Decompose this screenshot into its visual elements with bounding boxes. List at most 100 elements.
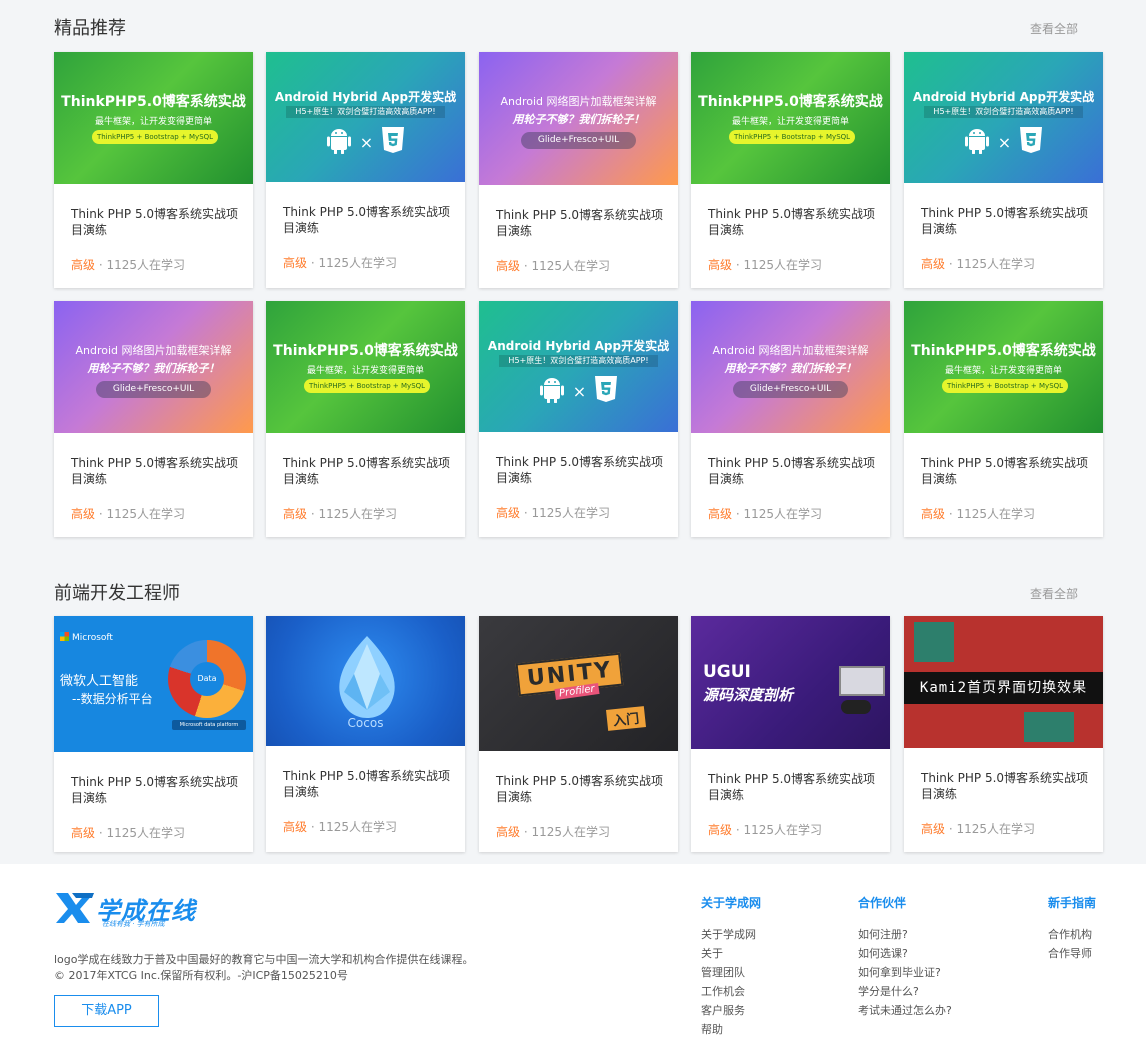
course-card[interactable]: Microsoft 微软人工智能 --数据分析平台 Data Microsoft dat… — [54, 616, 253, 852]
footer-link[interactable]: 如何选课? — [858, 944, 952, 963]
course-meta: 高级 · 1125人在学习 — [283, 254, 397, 271]
thumb-title: Android Hybrid App开发实战 — [274, 90, 457, 104]
footer: 学成在线 在线有我 · 学有所成 logo学成在线致力于普及中国最好的教育它与中… — [0, 864, 1146, 1049]
course-level-badge: 高级 — [496, 259, 521, 273]
learner-count: · 1125人在学习 — [520, 825, 610, 839]
course-card[interactable]: ThinkPHP5.0博客系统实战 最牛框架，让开发变得更简单 ThinkPHP5 … — [691, 52, 890, 288]
footer-link[interactable]: 合作导师 — [1048, 944, 1096, 963]
course-meta: 高级 · 1125人在学习 — [71, 505, 185, 522]
footer-col-title: 新手指南 — [1048, 896, 1097, 910]
course-meta: 高级 · 1125人在学习 — [708, 256, 822, 273]
learner-count: · 1125人在学习 — [945, 507, 1035, 521]
course-card[interactable]: ThinkPHP5.0博客系统实战最牛框架，让开发变得更简单 ThinkPHP5 … — [266, 301, 465, 537]
download-app-button[interactable]: 下载APP — [54, 995, 159, 1027]
course-card[interactable]: Android Hybrid App开发实战 H5+原生！双剑合璧打造高效高质AP… — [479, 301, 678, 537]
learner-count: · 1125人在学习 — [307, 256, 397, 270]
thumb-subtitle: 最牛框架，让开发变得更简单 — [306, 366, 424, 376]
course-title: Think PHP 5.0博客系统实战项目演练 — [71, 456, 239, 486]
course-card[interactable]: ThinkPHP5.0博客系统实战 最牛框架，让开发变得更简单 ThinkPHP5 … — [54, 52, 253, 288]
view-all-link[interactable]: 查看全部 — [1030, 20, 1078, 37]
logo-slogan: 在线有我 · 学有所成 — [102, 920, 165, 928]
thumb-subtitle: H5+原生！双剑合璧打造高效高质APP! — [499, 355, 658, 367]
course-level-badge: 高级 — [708, 507, 733, 521]
thumb-title: ThinkPHP5.0博客系统实战 — [911, 343, 1096, 359]
data-ring-center: Data — [190, 662, 224, 696]
thumb-subtitle: 最牛框架，让开发变得更简单 — [94, 117, 212, 127]
thumb-tech-pill: Glide+Fresco+UIL — [96, 381, 211, 398]
view-all-link[interactable]: 查看全部 — [1030, 585, 1078, 602]
course-title: Think PHP 5.0博客系统实战项目演练 — [496, 455, 664, 485]
learner-count: · 1125人在学习 — [945, 257, 1035, 271]
thumb-tech-pill: Glide+Fresco+UIL — [521, 132, 636, 149]
brand-text: Microsoft — [72, 633, 113, 643]
footer-link[interactable]: 合作机构 — [1048, 925, 1096, 944]
footer-link[interactable]: 如何拿到毕业证? — [858, 963, 952, 982]
footer-desc-line: logo学成在线致力于普及中国最好的教育它与中国一流大学和机构合作提供在线课程。 — [54, 953, 474, 966]
course-level-badge: 高级 — [921, 507, 946, 521]
course-level-badge: 高级 — [283, 256, 308, 270]
learner-count: · 1125人在学习 — [95, 826, 185, 840]
course-thumbnail: Microsoft 微软人工智能 --数据分析平台 Data Microsoft dat… — [54, 616, 253, 752]
footer-link[interactable]: 工作机会 — [701, 982, 761, 1001]
course-meta: 高级 · 1125人在学习 — [496, 504, 610, 521]
data-ring-icon: Data — [168, 640, 246, 718]
footer-link[interactable]: 管理团队 — [701, 963, 761, 982]
course-title: Think PHP 5.0博客系统实战项目演练 — [708, 772, 876, 802]
footer-col-guide: 新手指南 合作机构 合作导师 — [1048, 894, 1096, 963]
thumb-subtitle: 源码深度剖析 — [703, 686, 794, 704]
course-title: Think PHP 5.0博客系统实战项目演练 — [496, 774, 664, 804]
thumb-title: 微软人工智能 — [60, 674, 139, 689]
footer-col-partners: 合作伙伴 如何注册? 如何选课? 如何拿到毕业证? 学分是什么? 考试未通过怎么… — [858, 894, 952, 1020]
course-card[interactable]: Cocos Think PHP 5.0博客系统实战项目演练 高级 · 1125人在学… — [266, 616, 465, 852]
course-card[interactable]: Android Hybrid App开发实战 H5+原生！双剑合璧打造高效高质AP… — [266, 52, 465, 288]
course-level-badge: 高级 — [71, 258, 96, 272]
course-card[interactable]: ThinkPHP5.0博客系统实战 最牛框架，让开发变得更简单 ThinkPHP5 … — [904, 301, 1103, 537]
course-level-badge: 高级 — [708, 258, 733, 272]
thumb-title: UGUI — [703, 662, 751, 682]
footer-col-title: 关于学成网 — [701, 896, 762, 910]
course-title: Think PHP 5.0博客系统实战项目演练 — [71, 207, 239, 237]
course-title: Think PHP 5.0博客系统实战项目演练 — [283, 205, 451, 235]
footer-link[interactable]: 客户服务 — [701, 1001, 761, 1020]
course-meta: 高级 · 1125人在学习 — [283, 818, 397, 835]
course-card[interactable]: Android 网络图片加载框架详解 用轮子不够？我们拆轮子！ Glide+Fres… — [691, 301, 890, 537]
footer-link[interactable]: 考试未通过怎么办? — [858, 1001, 952, 1020]
course-level-badge: 高级 — [921, 257, 946, 271]
thumb-title: ThinkPHP5.0博客系统实战 — [698, 94, 883, 110]
course-card[interactable]: Android 网络图片加载框架详解 用轮子不够？我们拆轮子！ Glide+Fres… — [479, 52, 678, 288]
footer-link[interactable]: 帮助 — [701, 1020, 761, 1039]
footer-link[interactable]: 关于学成网 — [701, 925, 761, 944]
thumb-tech-pill: ThinkPHP5 + Bootstrap + MySQL — [92, 130, 218, 144]
gamepad-icon — [841, 700, 871, 714]
footer-link[interactable]: 如何注册? — [858, 925, 952, 944]
html5-icon — [1019, 126, 1043, 158]
android-icon — [539, 375, 565, 407]
thumb-tech-pill: Glide+Fresco+UIL — [733, 381, 848, 398]
thumb-title: Android Hybrid App开发实战 — [487, 339, 670, 353]
course-card[interactable]: Kami2首页界面切换效果 Think PHP 5.0博客系统实战项目演练 高级 ·… — [904, 616, 1103, 852]
thumb-title: Android 网络图片加载框架详解 — [500, 95, 657, 108]
course-thumbnail: Kami2首页界面切换效果 — [904, 616, 1103, 748]
course-thumbnail: ThinkPHP5.0博客系统实战 最牛框架，让开发变得更简单 ThinkPHP5 … — [691, 52, 890, 184]
course-meta: 高级 · 1125人在学习 — [496, 257, 610, 274]
course-card[interactable]: UGUI 源码深度剖析 Think PHP 5.0博客系统实战项目演练 高级 · 11… — [691, 616, 890, 852]
thumb-title: ThinkPHP5.0博客系统实战 — [273, 343, 458, 359]
learner-count: · 1125人在学习 — [732, 258, 822, 272]
course-meta: 高级 · 1125人在学习 — [71, 256, 185, 273]
thumb-tech-pill: ThinkPHP5 + Bootstrap + MySQL — [304, 379, 430, 393]
course-level-badge: 高级 — [283, 507, 308, 521]
course-card[interactable]: UNITY Profiler 入门 Think PHP 5.0博客系统实战项目演练 高级… — [479, 616, 678, 852]
footer-link[interactable]: 学分是什么? — [858, 982, 952, 1001]
course-card[interactable]: Android 网络图片加载框架详解 用轮子不够？我们拆轮子！ Glide+Fres… — [54, 301, 253, 537]
footer-link[interactable]: 关于 — [701, 944, 761, 963]
course-thumbnail: Android 网络图片加载框架详解 用轮子不够？我们拆轮子！ Glide+Fres… — [691, 301, 890, 433]
thumb-subtitle: H5+原生！双剑合璧打造高效高质APP! — [286, 106, 445, 118]
course-thumbnail: ThinkPHP5.0博客系统实战最牛框架，让开发变得更简单 ThinkPHP5 … — [266, 301, 465, 433]
course-card[interactable]: Android Hybrid App开发实战 H5+原生！双剑合璧打造高效高质AP… — [904, 52, 1103, 288]
site-logo[interactable]: 学成在线 在线有我 · 学有所成 — [54, 891, 234, 931]
thumb-subtitle: 最牛框架，让开发变得更简单 — [944, 366, 1062, 376]
learner-count: · 1125人在学习 — [307, 507, 397, 521]
platform-label: Microsoft data platform — [172, 720, 246, 730]
times-icon: × — [997, 132, 1012, 152]
course-level-badge: 高级 — [708, 823, 733, 837]
